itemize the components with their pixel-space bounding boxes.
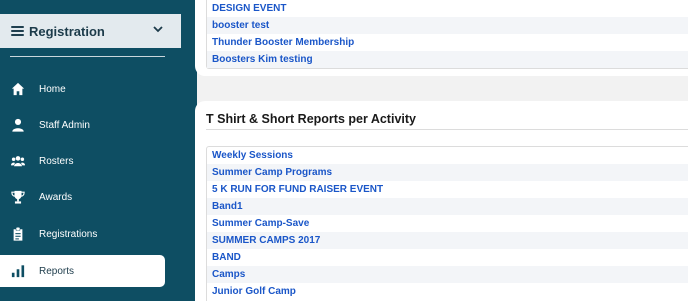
event-link[interactable]: Boosters Kim testing: [207, 51, 688, 68]
activity-link[interactable]: BAND: [207, 249, 688, 266]
event-link[interactable]: Thunder Booster Membership: [207, 34, 688, 51]
sidebar-header[interactable]: Registration: [0, 14, 181, 48]
sidebar-item-label: Awards: [39, 191, 73, 203]
section-title: T Shirt & Short Reports per Activity: [206, 112, 416, 126]
activity-link[interactable]: 5 K RUN FOR FUND RAISER EVENT: [207, 181, 688, 198]
event-list: DESIGN EVENT booster test Thunder Booste…: [206, 0, 688, 69]
sidebar-item-awards[interactable]: Awards: [0, 181, 165, 213]
chevron-down-icon[interactable]: [152, 23, 164, 35]
activity-link[interactable]: SUMMER CAMPS 2017: [207, 232, 688, 249]
activity-link[interactable]: Band1: [207, 198, 688, 215]
activity-link[interactable]: Summer Camp Programs: [207, 164, 688, 181]
home-icon: [11, 82, 25, 96]
bar-chart-icon: [11, 264, 25, 278]
section-divider: [206, 129, 688, 130]
clipboard-icon: [11, 227, 25, 241]
sidebar-item-staff-admin[interactable]: Staff Admin: [0, 109, 165, 141]
user-icon: [11, 118, 25, 132]
activity-list: Weekly Sessions Summer Camp Programs 5 K…: [206, 146, 688, 301]
sidebar-item-reports[interactable]: Reports: [0, 255, 165, 287]
sidebar: Registration Home Staff Admin Rosters Aw…: [0, 0, 181, 301]
sidebar-item-label: Home: [39, 83, 66, 95]
sidebar-item-registrations[interactable]: Registrations: [0, 218, 165, 250]
sidebar-item-label: Registrations: [39, 228, 98, 240]
activity-link[interactable]: Summer Camp-Save: [207, 215, 688, 232]
sidebar-item-home[interactable]: Home: [0, 73, 165, 105]
sidebar-title: Registration: [29, 23, 105, 39]
activity-link[interactable]: Junior Golf Camp: [207, 283, 688, 300]
sidebar-divider: [10, 56, 165, 57]
sidebar-item-label: Reports: [39, 265, 75, 277]
activity-link[interactable]: Camps: [207, 266, 688, 283]
users-icon: [11, 154, 25, 168]
event-link[interactable]: DESIGN EVENT: [207, 0, 688, 17]
hamburger-menu-icon[interactable]: [11, 26, 24, 36]
sidebar-item-rosters[interactable]: Rosters: [0, 145, 165, 177]
sidebar-item-label: Rosters: [39, 155, 74, 167]
activity-link[interactable]: Weekly Sessions: [207, 147, 688, 164]
sidebar-item-label: Staff Admin: [39, 119, 90, 131]
trophy-icon: [11, 190, 25, 204]
event-link[interactable]: booster test: [207, 17, 688, 34]
